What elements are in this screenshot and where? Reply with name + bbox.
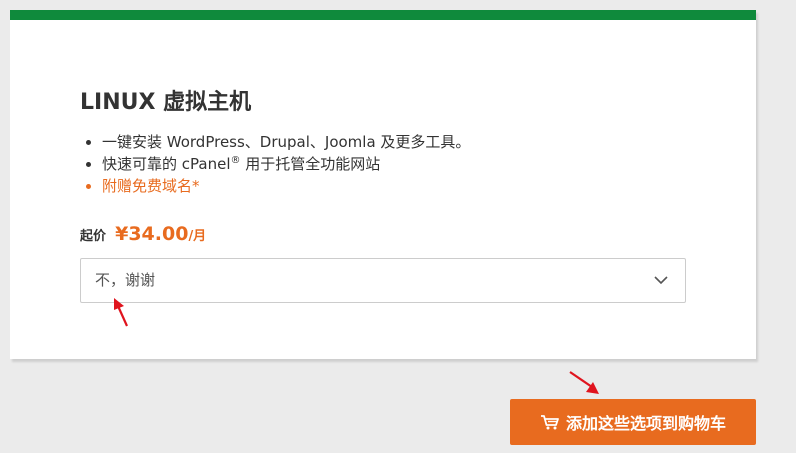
feature-item-free-domain: 附赠免费域名* (102, 175, 470, 197)
price-unit: /月 (188, 229, 207, 244)
addon-select[interactable]: 不，谢谢 (80, 258, 686, 303)
feature-text-after: 用于托管全功能网站 (240, 155, 381, 173)
page: { "colors": { "brand_green": "#0f8a3c", … (0, 0, 796, 453)
feature-text: 一键安装 WordPress、Drupal、Joomla 及更多工具。 (102, 133, 471, 151)
product-title: LINUX 虚拟主机 (80, 90, 252, 115)
price-label: 起价 (80, 229, 107, 244)
feature-text: 快速可靠的 cPanel (102, 155, 231, 173)
add-to-cart-label: 添加这些选项到购物车 (565, 414, 726, 433)
cart-icon (540, 415, 559, 430)
chevron-down-icon (654, 276, 668, 285)
add-to-cart-button[interactable]: 添加这些选项到购物车 (510, 399, 756, 445)
feature-item-one-click-install: 一键安装 WordPress、Drupal、Joomla 及更多工具。 (102, 131, 470, 153)
red-arrow-icon (114, 298, 129, 327)
price-row: 起价 ¥34.00/月 (80, 220, 206, 251)
registered-mark: ® (230, 155, 241, 166)
price-value: ¥34.00 (115, 223, 189, 245)
red-arrow-icon (569, 371, 599, 394)
card-accent-bar (10, 10, 756, 20)
feature-list: 一键安装 WordPress、Drupal、Joomla 及更多工具。 快速可靠… (80, 131, 470, 197)
feature-text: 附赠免费域名* (102, 177, 200, 195)
feature-item-cpanel: 快速可靠的 cPanel® 用于托管全功能网站 (102, 153, 470, 175)
